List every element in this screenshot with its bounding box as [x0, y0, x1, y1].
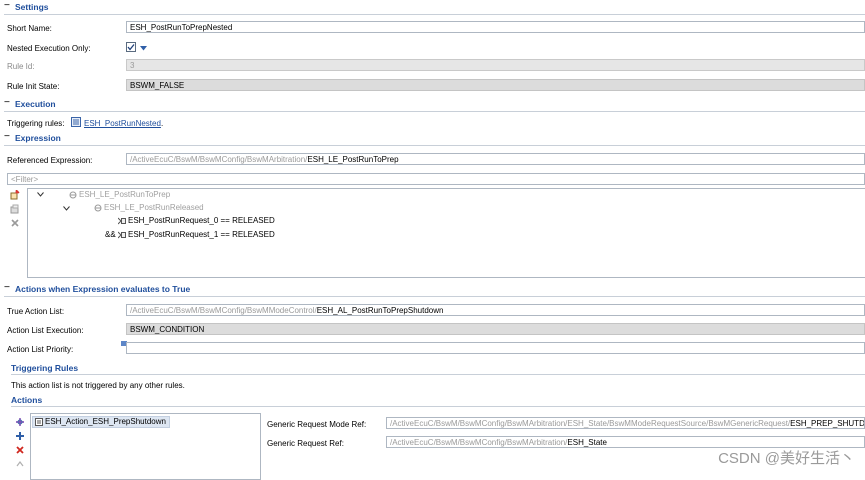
edit-expression-icon[interactable]	[10, 204, 20, 214]
action-list-priority-input[interactable]	[126, 342, 865, 354]
nested-execution-label: Nested Execution Only:	[7, 44, 91, 53]
tree-node-child[interactable]: ESH_LE_PostRunReleased	[94, 203, 204, 212]
subsection-actions: Actions	[11, 395, 43, 405]
divider	[11, 406, 865, 407]
action-list-priority-label: Action List Priority:	[7, 345, 74, 354]
referenced-expression-field[interactable]: /ActiveEcuC/BswM/BswMConfig/BswMArbitrat…	[126, 153, 865, 165]
rule-id-label: Rule Id:	[7, 62, 35, 71]
true-action-list-field[interactable]: /ActiveEcuC/BswM/BswMConfig/BswMModeCont…	[126, 304, 865, 316]
section-expression[interactable]: Expression	[4, 131, 61, 143]
generic-request-mode-ref-label: Generic Request Mode Ref:	[267, 420, 367, 429]
referenced-expression-label: Referenced Expression:	[7, 156, 93, 165]
add-expression-icon[interactable]	[10, 189, 20, 200]
divider	[11, 374, 865, 375]
condition-icon	[118, 231, 126, 239]
action-list-execution-label: Action List Execution:	[7, 326, 84, 335]
triggering-rules-message: This action list is not triggered by any…	[11, 381, 185, 390]
collapse-icon[interactable]	[4, 0, 11, 11]
action-list-execution-select[interactable]: BSWM_CONDITION	[126, 323, 865, 335]
delete-icon[interactable]	[10, 218, 20, 228]
triggering-rules-label: Triggering rules:	[7, 119, 65, 128]
chevron-down-icon[interactable]	[63, 204, 70, 213]
add-action-icon[interactable]	[15, 417, 25, 427]
tree-leaf-condition[interactable]: ESH_PostRunRequest_0 == RELEASED	[118, 216, 275, 225]
chevron-down-icon[interactable]	[37, 190, 44, 199]
subsection-triggering-rules: Triggering Rules	[11, 363, 79, 373]
divider	[4, 14, 865, 15]
delete-icon[interactable]	[15, 445, 25, 455]
section-settings[interactable]: Settings	[4, 0, 49, 12]
rule-init-state-label: Rule Init State:	[7, 82, 60, 91]
nested-execution-checkbox[interactable]	[126, 42, 136, 52]
short-name-input[interactable]: ESH_PostRunToPrepNested	[126, 21, 865, 33]
generic-request-mode-ref-field[interactable]: /ActiveEcuC/BswM/BswMConfig/BswMArbitrat…	[386, 417, 865, 429]
generic-request-ref-label: Generic Request Ref:	[267, 439, 344, 448]
rule-id-field: 3	[126, 59, 865, 71]
section-execution[interactable]: Execution	[4, 97, 56, 109]
short-name-label: Short Name:	[7, 24, 52, 33]
logical-expression-icon	[69, 191, 77, 199]
true-action-list-label: True Action List:	[7, 307, 65, 316]
action-icon	[35, 418, 43, 426]
divider	[4, 145, 865, 146]
add-item-icon[interactable]	[15, 431, 25, 441]
logical-expression-icon	[94, 204, 102, 212]
collapse-icon[interactable]	[4, 282, 11, 293]
dropdown-arrow-icon[interactable]	[140, 44, 147, 51]
tree-leaf-condition[interactable]: ESH_PostRunRequest_1 == RELEASED	[118, 230, 275, 239]
collapse-icon[interactable]	[4, 131, 11, 142]
triggering-rules-value: ESH_PostRunNested.	[84, 119, 164, 128]
collapse-icon[interactable]	[4, 97, 11, 108]
watermark: CSDN @美好生活丶	[718, 450, 855, 467]
filter-input[interactable]: <Filter>	[7, 173, 865, 185]
divider	[4, 111, 865, 112]
rule-icon	[71, 117, 81, 127]
and-operator: &&	[105, 230, 116, 239]
checkbox-checked-icon	[126, 42, 136, 52]
divider	[4, 296, 865, 297]
list-item[interactable]: ESH_Action_ESH_PrepShutdown	[32, 416, 170, 428]
move-up-icon[interactable]	[15, 459, 25, 469]
tree-node-root[interactable]: ESH_LE_PostRunToPrep	[69, 190, 170, 199]
condition-icon	[118, 217, 126, 225]
rule-init-state-select[interactable]: BSWM_FALSE	[126, 79, 865, 91]
triggering-rule-link[interactable]: ESH_PostRunNested	[84, 119, 161, 128]
section-actions-when-true[interactable]: Actions when Expression evaluates to Tru…	[4, 282, 190, 294]
